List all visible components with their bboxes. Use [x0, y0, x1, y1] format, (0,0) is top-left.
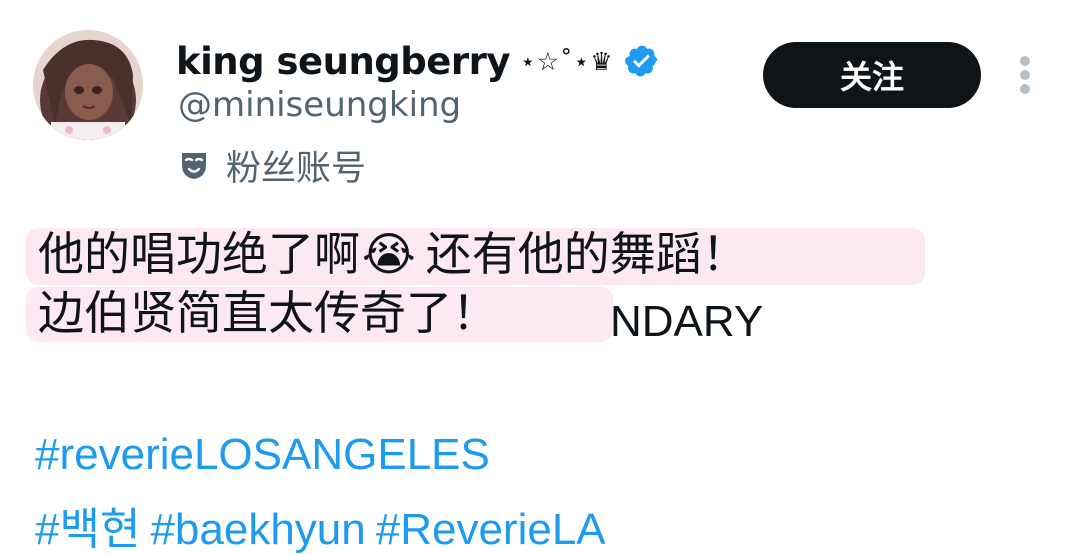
tweet-text-segment: 他的唱功绝了啊 [38, 227, 360, 281]
tweet-text-line-1: 他的唱功绝了啊😭 还有他的舞蹈！ [38, 231, 748, 277]
verified-badge-icon[interactable] [624, 43, 660, 79]
avatar[interactable] [33, 30, 143, 140]
hashtag-line-1: #reverieLOSANGELES [35, 433, 500, 477]
account-label-row: 粉丝账号 [178, 143, 366, 189]
hashtag-link[interactable]: #백현 [35, 505, 140, 554]
name-row: king seungberry ⋆☆˚⋆♛ [176, 36, 660, 86]
follow-button[interactable]: 关注 [763, 42, 981, 108]
more-vertical-icon[interactable] [1012, 54, 1038, 96]
user-handle[interactable]: @miniseungking [178, 85, 461, 125]
account-label: 粉丝账号 [226, 148, 367, 189]
tweet-text-line-2: 边伯贤简直太传奇了！ [38, 286, 498, 340]
loudly-crying-emoji: 😭 [362, 227, 416, 281]
tweet-text-tail: NDARY [610, 297, 764, 346]
tweet-text-segment: 还有他的舞蹈！ [425, 227, 748, 281]
name-decoration: ⋆☆˚⋆♛ [519, 46, 614, 76]
avatar-image [33, 30, 143, 140]
hashtag-link[interactable]: #ReverieLA [376, 505, 606, 554]
hashtag-link[interactable]: #reverieLOSANGELES [35, 430, 490, 479]
display-name[interactable]: king seungberry [176, 40, 510, 83]
mask-icon [178, 149, 210, 181]
hashtag-link[interactable]: #baekhyun [150, 505, 365, 554]
hashtag-line-2: #백현 #baekhyun #ReverieLA [35, 508, 616, 552]
